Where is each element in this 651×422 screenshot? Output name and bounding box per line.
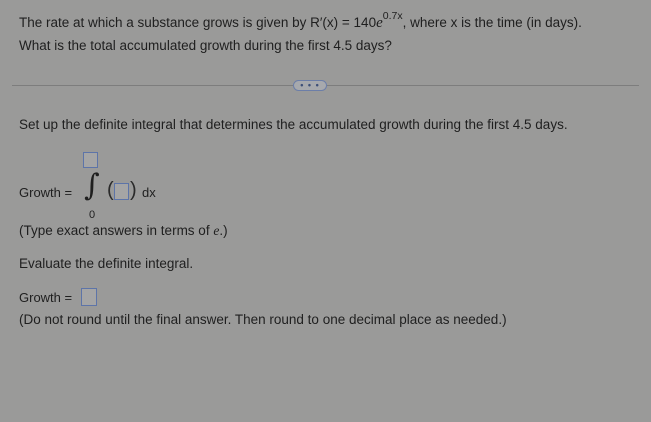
exact-answer-note: (Type exact answers in terms of e.) <box>19 223 228 239</box>
question-line-1: The rate at which a substance grows is g… <box>19 10 582 35</box>
question-line-1-suffix: , where x is the time (in days). <box>402 15 582 30</box>
exact-answer-note-prefix: (Type exact answers in terms of <box>19 223 214 238</box>
growth-answer-input[interactable] <box>81 288 97 306</box>
question-line-2: What is the total accumulated growth dur… <box>19 38 392 53</box>
rounding-note: (Do not round until the final answer. Th… <box>19 312 507 327</box>
integral-sign: ∫ <box>84 168 100 203</box>
setup-instruction: Set up the definite integral that determ… <box>19 117 568 132</box>
evaluate-instruction: Evaluate the definite integral. <box>19 256 194 271</box>
integrand-input[interactable] <box>114 183 129 200</box>
question-e-base: e <box>376 15 383 31</box>
question-panel: The rate at which a substance grows is g… <box>0 0 651 422</box>
exact-answer-note-suffix: .) <box>219 223 228 238</box>
question-exponent: 0.7x <box>382 10 403 22</box>
question-text: The rate at which a substance grows is g… <box>19 10 582 56</box>
upper-limit-input[interactable] <box>83 152 98 168</box>
integrand-close-paren: ) <box>130 179 137 201</box>
question-line-1-prefix: The rate at which a substance grows is g… <box>19 15 377 30</box>
differential-dx: dx <box>142 185 156 200</box>
lower-limit: 0 <box>89 209 96 221</box>
growth-label-result: Growth = <box>19 290 73 305</box>
growth-label-integral: Growth = <box>19 185 73 200</box>
integrand-open-paren: ( <box>107 179 114 201</box>
expand-more-button[interactable]: • • • <box>293 80 327 91</box>
